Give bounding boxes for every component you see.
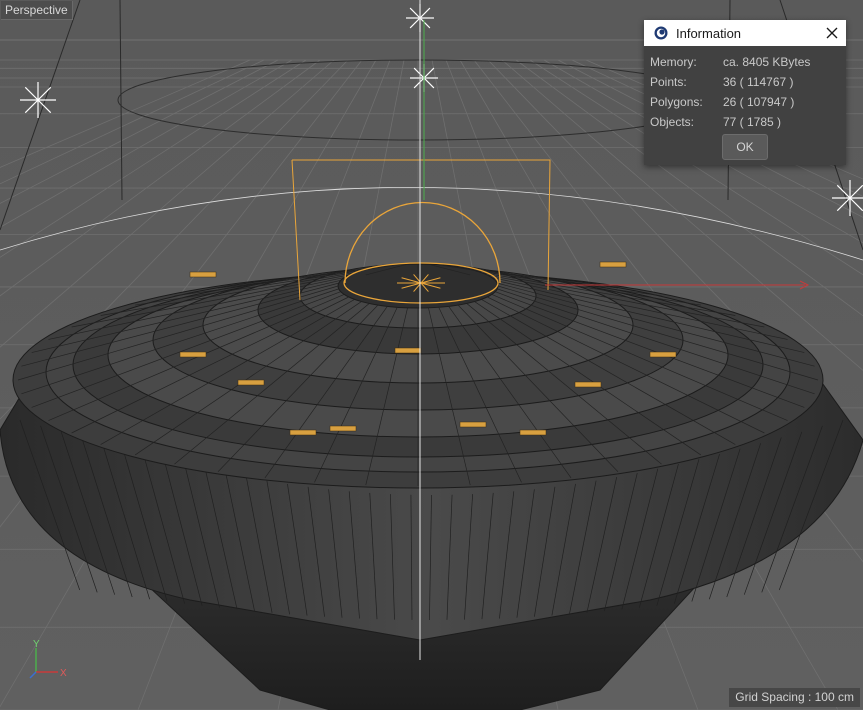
info-key: Memory: bbox=[650, 55, 697, 69]
3d-viewport[interactable]: Perspective Y X Grid Spacing : 100 cm In… bbox=[0, 0, 863, 710]
light-strip bbox=[574, 381, 602, 388]
info-row-memory: Memory: ca. 8405 KBytes bbox=[644, 52, 846, 72]
x-axis-label: X bbox=[60, 668, 67, 679]
cinema4d-icon bbox=[654, 26, 668, 40]
axis-gizmo: Y X bbox=[29, 639, 67, 679]
light-strip bbox=[189, 271, 217, 278]
light-strip bbox=[459, 421, 487, 428]
info-row-polygons: Polygons: 26 ( 107947 ) bbox=[644, 92, 846, 112]
info-key: Objects: bbox=[650, 115, 695, 129]
dialog-titlebar[interactable]: Information bbox=[644, 20, 846, 46]
grid-spacing-readout: Grid Spacing : 100 cm bbox=[729, 688, 860, 707]
light-strip bbox=[179, 351, 207, 358]
light-strip bbox=[237, 379, 265, 386]
ok-button[interactable]: OK bbox=[722, 134, 768, 160]
info-value: 77 ( 1785 ) bbox=[723, 115, 782, 129]
viewport-camera-label[interactable]: Perspective bbox=[1, 1, 73, 20]
light-strip bbox=[519, 429, 547, 436]
close-button[interactable] bbox=[822, 23, 842, 43]
light-strip bbox=[289, 429, 317, 436]
light-strip bbox=[329, 425, 357, 432]
light-strip bbox=[394, 347, 422, 354]
info-key: Points: bbox=[650, 75, 687, 89]
info-table: Memory: ca. 8405 KBytes Points: 36 ( 114… bbox=[644, 46, 846, 132]
dialog-title: Information bbox=[676, 25, 742, 41]
light-strip bbox=[649, 351, 677, 358]
info-key: Polygons: bbox=[650, 95, 703, 109]
close-icon bbox=[826, 27, 838, 39]
info-row-objects: Objects: 77 ( 1785 ) bbox=[644, 112, 846, 132]
info-value: 36 ( 114767 ) bbox=[723, 75, 794, 89]
info-value: 26 ( 107947 ) bbox=[723, 95, 795, 109]
y-axis-label: Y bbox=[33, 639, 40, 650]
light-strip bbox=[599, 261, 627, 268]
info-value: ca. 8405 KBytes bbox=[723, 55, 811, 69]
z-axis-line bbox=[29, 671, 37, 679]
info-row-points: Points: 36 ( 114767 ) bbox=[644, 72, 846, 92]
information-dialog: Information Memory: ca. 8405 KBytes Poin… bbox=[644, 20, 846, 165]
